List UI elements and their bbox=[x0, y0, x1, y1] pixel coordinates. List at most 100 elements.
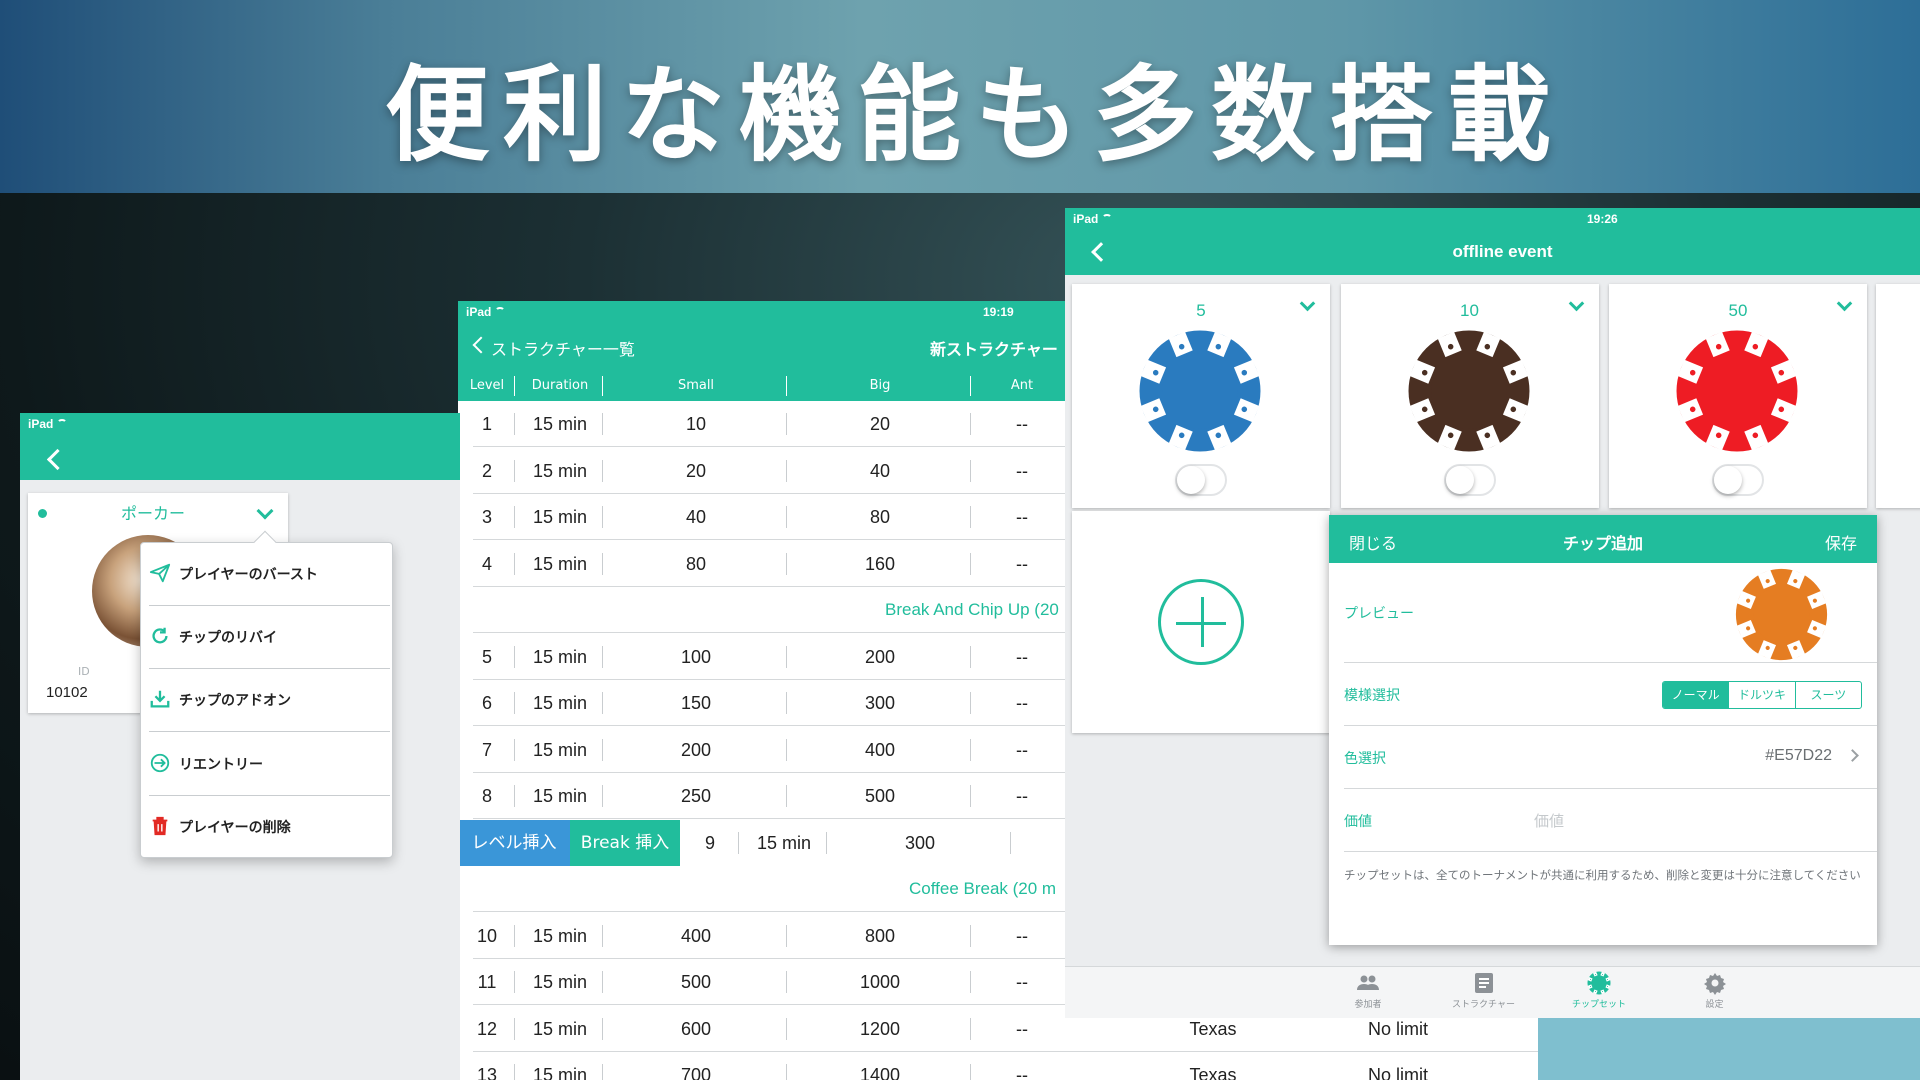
cell-duration: 15 min bbox=[532, 786, 588, 806]
color-row[interactable]: 色選択 #E57D22 bbox=[1344, 726, 1877, 789]
cell-divider bbox=[970, 413, 971, 435]
chip-card[interactable]: 50 bbox=[1609, 284, 1867, 508]
modal-title: チップ追加 bbox=[1562, 534, 1643, 553]
cell-small: 200 bbox=[680, 739, 712, 760]
tab-list[interactable]: ストラクチャー bbox=[1439, 971, 1529, 1010]
tab-label: チップセット bbox=[1571, 1000, 1626, 1010]
warning-note: チップセットは、全てのトーナメントが共通に利用するため、削除と変更は十分に注意し… bbox=[1344, 868, 1861, 882]
back-chevron-icon[interactable] bbox=[46, 448, 69, 471]
pattern-label: 模様選択 bbox=[1344, 688, 1400, 704]
pattern-segmented-control: ノーマル ドルツキ スーツ bbox=[1662, 681, 1862, 709]
tab-bar: 参加者 ストラクチャー チップセット 設定 bbox=[1065, 966, 1920, 1018]
insert-break-button[interactable]: Break 挿入 bbox=[570, 819, 680, 866]
cell-divider bbox=[786, 1017, 787, 1040]
cell-divider bbox=[1010, 831, 1011, 854]
cell-divider bbox=[970, 1064, 971, 1080]
pattern-option[interactable]: スーツ bbox=[1796, 682, 1861, 708]
add-chip-card[interactable] bbox=[1072, 511, 1330, 733]
cell-level: 1 bbox=[481, 414, 492, 434]
cell-divider bbox=[602, 645, 603, 668]
gear-icon bbox=[1703, 971, 1727, 995]
chip-value: 50 bbox=[1728, 301, 1748, 320]
cell-duration: 15 min bbox=[532, 1065, 588, 1080]
menu-item[interactable]: チップのアドオン bbox=[141, 669, 394, 733]
chip-card-partial bbox=[1876, 284, 1920, 508]
menu-item[interactable]: リエントリー bbox=[141, 733, 394, 796]
cell-divider bbox=[786, 971, 787, 993]
chip-card[interactable]: 5 bbox=[1072, 284, 1330, 508]
cell-big: 1000 bbox=[859, 972, 901, 992]
chip-icon bbox=[1676, 330, 1798, 452]
cell-small: 100 bbox=[680, 646, 712, 667]
cell-small: 10 bbox=[685, 414, 707, 434]
color-value: #E57D22 bbox=[1765, 747, 1832, 764]
cell-divider bbox=[514, 506, 515, 528]
wifi-icon bbox=[1102, 214, 1113, 222]
save-button[interactable]: 保存 bbox=[1825, 530, 1857, 554]
cell-small: 250 bbox=[680, 786, 712, 806]
tab-gear[interactable]: 設定 bbox=[1670, 971, 1760, 1010]
cell-small: 80 bbox=[685, 553, 707, 574]
cell-duration: 15 min bbox=[532, 553, 588, 574]
cell-big: 40 bbox=[869, 460, 891, 481]
tab-people[interactable]: 参加者 bbox=[1323, 971, 1413, 1010]
menu-item[interactable]: プレイヤーの削除 bbox=[141, 796, 394, 859]
column-header-big: Big bbox=[869, 378, 891, 393]
id-value: 10102 bbox=[46, 684, 88, 701]
cell-level: 9 bbox=[704, 832, 715, 853]
cell-ante: -- bbox=[1016, 1018, 1028, 1039]
cell-small: 20 bbox=[685, 460, 707, 481]
chip-toggle[interactable] bbox=[1175, 464, 1227, 496]
menu-item[interactable]: チップのリバイ bbox=[141, 606, 394, 670]
cell-divider bbox=[970, 645, 971, 668]
tab-chip[interactable]: チップセット bbox=[1554, 971, 1644, 1010]
chip-toggle[interactable] bbox=[1712, 464, 1764, 496]
cell-divider bbox=[826, 831, 827, 854]
cell-ante: -- bbox=[1016, 693, 1028, 713]
cell-divider bbox=[970, 971, 971, 993]
tab-label: 参加者 bbox=[1354, 1000, 1382, 1010]
screen-title: 新ストラクチャー bbox=[930, 340, 1058, 359]
screen-title: offline event bbox=[1452, 242, 1553, 261]
paper-plane-icon bbox=[149, 562, 171, 584]
cell-divider bbox=[602, 785, 603, 807]
cell-divider bbox=[970, 459, 971, 482]
pattern-option[interactable]: ドルツキ bbox=[1729, 682, 1796, 708]
toggle-knob bbox=[1445, 466, 1474, 494]
pattern-option[interactable]: ノーマル bbox=[1663, 682, 1730, 708]
cell-divider bbox=[514, 785, 515, 807]
background-strip bbox=[1538, 1018, 1920, 1080]
modal-header: 閉じる チップ追加 保存 bbox=[1329, 515, 1877, 563]
column-header-level: Level bbox=[469, 378, 505, 393]
back-chevron-icon[interactable] bbox=[472, 336, 490, 354]
chip-icon bbox=[1139, 330, 1261, 452]
cell-ante: -- bbox=[1016, 972, 1028, 992]
list-icon bbox=[1472, 971, 1496, 995]
cell-small: 300 bbox=[904, 832, 936, 853]
cell-small: 40 bbox=[685, 507, 707, 527]
back-button[interactable]: ストラクチャー一覧 bbox=[491, 336, 635, 360]
chip-card[interactable]: 10 bbox=[1340, 284, 1599, 508]
cell-divider bbox=[786, 785, 787, 807]
cell-divider bbox=[602, 971, 603, 993]
cell-small: 500 bbox=[680, 972, 712, 992]
chip-value: 5 bbox=[1196, 301, 1206, 320]
insert-level-button[interactable]: レベル挿入 bbox=[458, 819, 570, 866]
cell-small: 700 bbox=[680, 1065, 712, 1080]
chipset-navbar: iPad 19:26 offline event bbox=[1065, 208, 1920, 275]
value-input[interactable]: 価値 bbox=[1534, 810, 1564, 831]
menu-item[interactable]: プレイヤーのバースト bbox=[141, 543, 394, 606]
table-row[interactable]: 13 15 min 700 1400 -- Texas No limit bbox=[458, 1052, 1538, 1080]
cell-level: 7 bbox=[481, 739, 492, 760]
chipset-screen: iPad 19:26 offline event 5 10 50 閉じる チップ追加… bbox=[1065, 208, 1920, 1018]
cell-divider bbox=[786, 506, 787, 528]
column-header-duration: Duration bbox=[531, 378, 589, 393]
player-navbar: iPad bbox=[20, 413, 460, 480]
chip-toggle[interactable] bbox=[1443, 464, 1496, 496]
preview-row: プレビュー bbox=[1344, 563, 1877, 663]
cell-ante: -- bbox=[1016, 739, 1028, 760]
cell-big: 1400 bbox=[859, 1065, 901, 1080]
cell-divider bbox=[514, 971, 515, 993]
cell-duration: 15 min bbox=[532, 646, 588, 667]
column-divider bbox=[786, 376, 787, 396]
